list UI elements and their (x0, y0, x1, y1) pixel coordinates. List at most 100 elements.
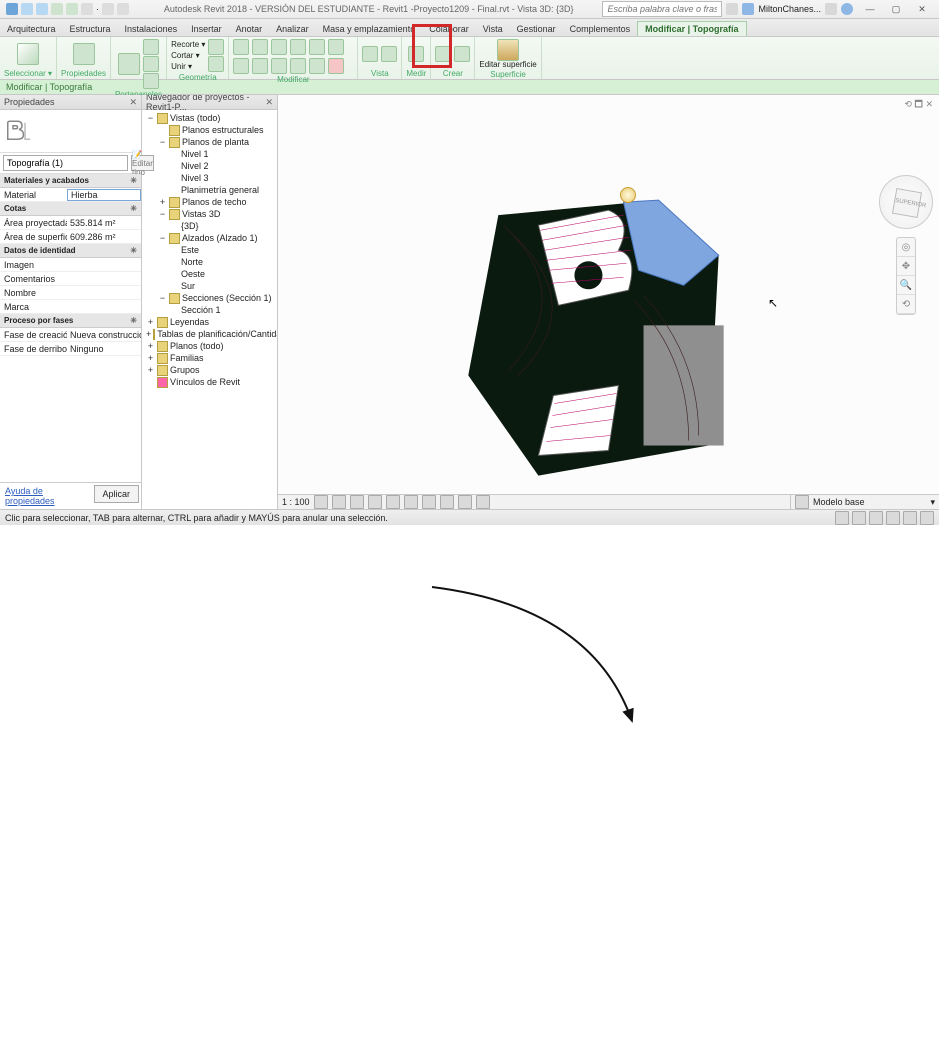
qat-save-icon[interactable] (36, 3, 48, 15)
select-links-icon[interactable] (835, 511, 849, 525)
prop-category-header[interactable]: Materiales y acabados✳ (0, 174, 141, 188)
filter-icon[interactable] (920, 511, 934, 525)
tree-node[interactable]: {3D} (142, 220, 277, 232)
app-menu-icon[interactable] (6, 3, 18, 15)
exchange-icon[interactable] (825, 3, 837, 15)
temp-hide-icon[interactable] (458, 495, 472, 509)
crop-icon[interactable] (404, 495, 418, 509)
tab-complementos[interactable]: Complementos (563, 22, 638, 36)
model-canvas[interactable] (278, 95, 939, 509)
tree-node[interactable]: Nivel 3 (142, 172, 277, 184)
tab-insertar[interactable]: Insertar (184, 22, 229, 36)
qat-align-icon[interactable] (117, 3, 129, 15)
tree-node[interactable]: −Vistas 3D (142, 208, 277, 220)
tree-node[interactable]: Oeste (142, 268, 277, 280)
tab-modificar-topograf-a[interactable]: Modificar | Topografía (637, 21, 746, 36)
tree-node[interactable]: −Planos de planta (142, 136, 277, 148)
scale-icon[interactable] (290, 58, 306, 74)
tab-gestionar[interactable]: Gestionar (510, 22, 563, 36)
prop-row[interactable]: Área de superficie609.286 m² (0, 230, 141, 244)
tree-node[interactable]: +Grupos (142, 364, 277, 376)
array-icon[interactable] (271, 58, 287, 74)
tree-node[interactable]: +Familias (142, 352, 277, 364)
reveal-icon[interactable] (476, 495, 490, 509)
tree-node[interactable]: Planos estructurales (142, 124, 277, 136)
shadows-icon[interactable] (368, 495, 382, 509)
tree-node[interactable]: +Leyendas (142, 316, 277, 328)
tab-vista[interactable]: Vista (476, 22, 510, 36)
prop-row[interactable]: Fase de derriboNinguno (0, 342, 141, 356)
prop-row[interactable]: Comentarios (0, 272, 141, 286)
qat-open-icon[interactable] (21, 3, 33, 15)
viewcube[interactable]: SUPERIOR (879, 175, 933, 229)
prop-category-header[interactable]: Proceso por fases✳ (0, 314, 141, 328)
prop-row[interactable]: Imagen (0, 258, 141, 272)
tree-node[interactable]: −Alzados (Alzado 1) (142, 232, 277, 244)
steering-wheel-icon[interactable]: ◎ (897, 238, 915, 257)
align-icon[interactable] (233, 39, 249, 55)
geom-icon[interactable] (208, 56, 224, 72)
infocenter-icon[interactable] (726, 3, 738, 15)
orbit-icon[interactable]: ⟲ (897, 295, 915, 314)
qat-measure-icon[interactable] (102, 3, 114, 15)
tree-node[interactable]: Planimetría general (142, 184, 277, 196)
create-icon[interactable] (435, 46, 451, 62)
tree-node[interactable]: Vínculos de Revit (142, 376, 277, 388)
visual-style-icon[interactable] (332, 495, 346, 509)
select-underlay-icon[interactable] (852, 511, 866, 525)
tree-node[interactable]: +Planos de techo (142, 196, 277, 208)
mirror-icon[interactable] (309, 39, 325, 55)
workset-label[interactable]: Modelo base (813, 497, 865, 507)
prop-category-header[interactable]: Datos de identidad✳ (0, 244, 141, 258)
pin-icon[interactable] (309, 58, 325, 74)
close-button[interactable]: ✕ (909, 1, 935, 17)
offset-icon[interactable] (271, 39, 287, 55)
select-pinned-icon[interactable] (869, 511, 883, 525)
cut-icon[interactable] (143, 39, 159, 55)
copy-icon[interactable] (143, 56, 159, 72)
tree-node[interactable]: +Tablas de planificación/Cantida (142, 328, 277, 340)
prop-row[interactable]: Nombre (0, 286, 141, 300)
geom-icon[interactable] (208, 39, 224, 55)
select-face-icon[interactable] (886, 511, 900, 525)
minimize-button[interactable]: — (857, 1, 883, 17)
tab-colaborar[interactable]: Colaborar (422, 22, 476, 36)
chevron-down-icon[interactable]: ▾ (930, 497, 935, 508)
signin-icon[interactable] (742, 3, 754, 15)
match-icon[interactable] (143, 73, 159, 89)
crop-visible-icon[interactable] (422, 495, 436, 509)
view-icon[interactable] (381, 46, 397, 62)
user-name[interactable]: MiltonChanes... (758, 4, 821, 14)
tree-node[interactable]: Nivel 1 (142, 148, 277, 160)
tree-node[interactable]: Norte (142, 256, 277, 268)
building-pad[interactable] (644, 325, 724, 445)
cope-item[interactable]: Recorte ▾ (171, 40, 205, 50)
tree-node[interactable]: −Vistas (todo) (142, 112, 277, 124)
trim-icon[interactable] (233, 58, 249, 74)
close-icon[interactable]: ✕ (265, 97, 273, 108)
tree-node[interactable]: Sección 1 (142, 304, 277, 316)
tree-node[interactable]: +Planos (todo) (142, 340, 277, 352)
pan-icon[interactable]: ✥ (897, 257, 915, 276)
properties-title[interactable]: Propiedades✕ (0, 95, 141, 110)
tab-estructura[interactable]: Estructura (63, 22, 118, 36)
cut-item[interactable]: Cortar ▾ (171, 51, 205, 61)
help-icon[interactable] (841, 3, 853, 15)
viewcube-face[interactable]: SUPERIOR (892, 188, 922, 218)
group-icon[interactable] (454, 46, 470, 62)
qat-redo-icon[interactable] (66, 3, 78, 15)
view-icon[interactable] (362, 46, 378, 62)
tab-masa-y-emplazamiento[interactable]: Masa y emplazamiento (316, 22, 423, 36)
zoom-icon[interactable]: 🔍 (897, 276, 915, 295)
detail-level-icon[interactable] (314, 495, 328, 509)
close-icon[interactable]: ✕ (129, 97, 137, 108)
browser-tree[interactable]: −Vistas (todo)Planos estructurales−Plano… (142, 110, 277, 509)
properties-icon[interactable] (73, 43, 95, 65)
viewport-3d[interactable]: ⟲ 🗖 ✕ (278, 95, 939, 509)
qat-print-icon[interactable] (81, 3, 93, 15)
drag-icon[interactable] (903, 511, 917, 525)
tab-analizar[interactable]: Analizar (269, 22, 316, 36)
maximize-button[interactable]: ▢ (883, 1, 909, 17)
split-icon[interactable] (252, 58, 268, 74)
tab-anotar[interactable]: Anotar (229, 22, 270, 36)
